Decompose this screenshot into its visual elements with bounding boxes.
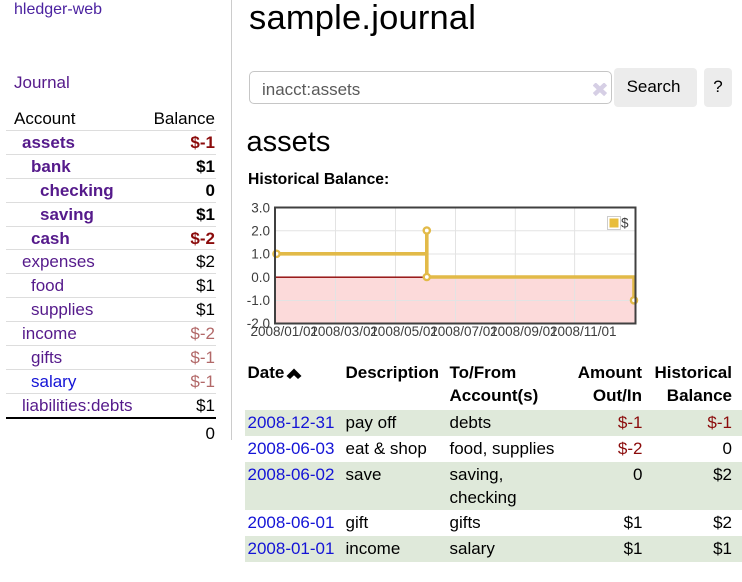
svg-text:2008/07/01: 2008/07/01	[430, 324, 498, 339]
svg-text:0.0: 0.0	[251, 270, 270, 285]
svg-text:2008/09/01: 2008/09/01	[490, 324, 558, 339]
svg-text:2008/05/01: 2008/05/01	[370, 324, 438, 339]
svg-text:$: $	[621, 216, 629, 231]
svg-text:2008/01/01: 2008/01/01	[251, 324, 319, 339]
svg-text:2.0: 2.0	[251, 223, 270, 238]
svg-text:1.0: 1.0	[251, 247, 270, 262]
svg-text:2008/11/01: 2008/11/01	[550, 324, 617, 339]
svg-text:-1.0: -1.0	[247, 293, 270, 308]
svg-text:2008/03/01: 2008/03/01	[310, 324, 378, 339]
svg-text:3.0: 3.0	[251, 200, 270, 215]
